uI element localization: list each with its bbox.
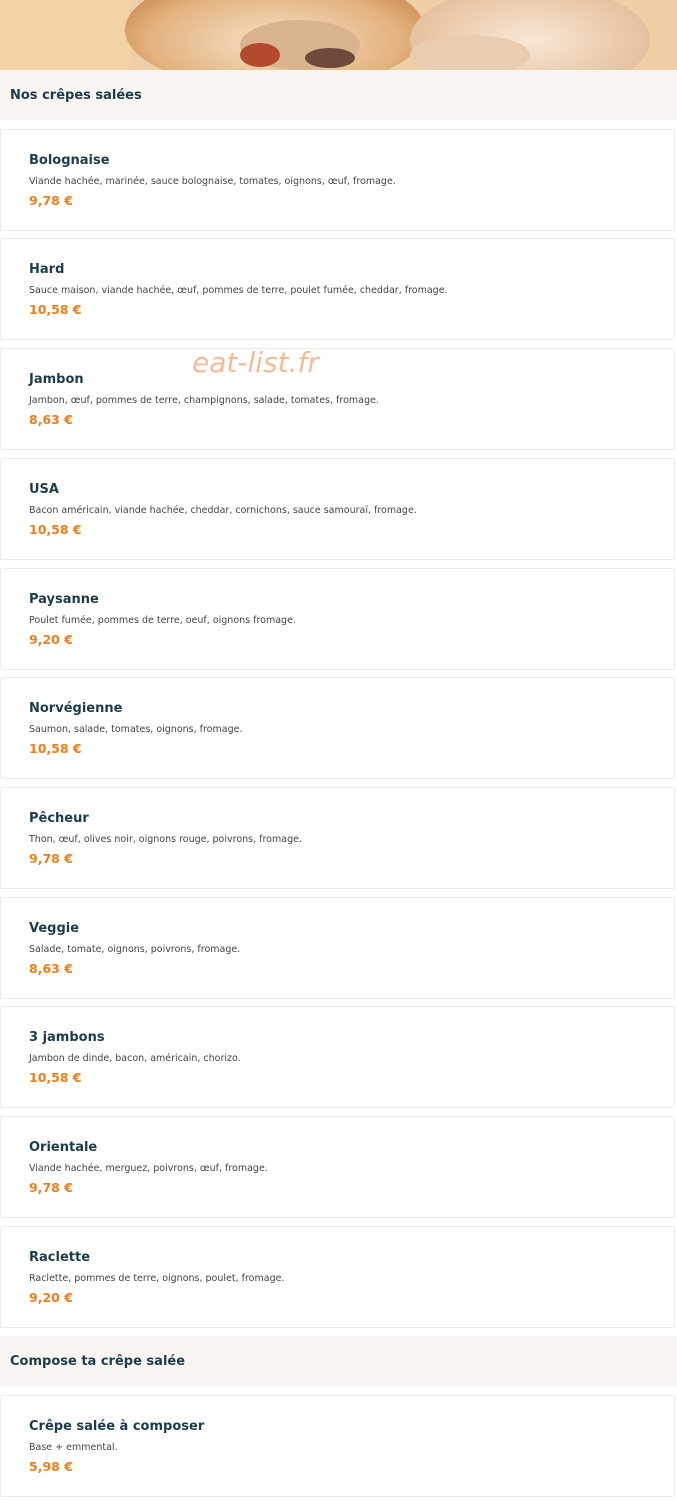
item-description: Viande hachée, marinée, sauce bolognaise… [29, 176, 396, 187]
item-name: Paysanne [29, 592, 99, 607]
menu-item-card[interactable]: Bolognaise Viande hachée, marinée, sauce… [0, 129, 675, 231]
item-price: 8,63 € [29, 961, 73, 976]
item-price: 5,98 € [29, 1459, 73, 1474]
item-name: Pêcheur [29, 811, 89, 826]
item-description: Poulet fumée, pommes de terre, oeuf, oig… [29, 615, 296, 626]
menu-item-card[interactable]: Veggie Salade, tomate, oignons, poivrons… [0, 897, 675, 999]
menu-item-card[interactable]: Hard Sauce maison, viande hachée, œuf, p… [0, 238, 675, 340]
section-header-crepes-salees: Nos crêpes salées [0, 70, 677, 120]
section-title: Compose ta crêpe salée [10, 1353, 186, 1369]
item-description: Salade, tomate, oignons, poivrons, froma… [29, 944, 241, 955]
item-price: 9,20 € [29, 1290, 73, 1305]
item-description: Thon, œuf, olives noir, oignons rouge, p… [29, 834, 302, 845]
hero-crepe-image [0, 0, 677, 70]
menu-item-card[interactable]: USA Bacon américain, viande hachée, ched… [0, 458, 675, 560]
item-price: 10,58 € [29, 522, 82, 537]
item-description: Jambon, œuf, pommes de terre, champignon… [29, 395, 379, 406]
menu-item-card[interactable]: Raclette Raclette, pommes de terre, oign… [0, 1226, 675, 1328]
item-description: Bacon américain, viande hachée, cheddar,… [29, 505, 417, 516]
item-name: Jambon [29, 372, 84, 387]
item-description: Jambon de dinde, bacon, américain, chori… [29, 1053, 241, 1064]
item-price: 10,58 € [29, 302, 82, 317]
item-name: Veggie [29, 921, 80, 936]
item-name: 3 jambons [29, 1030, 105, 1045]
item-name: Raclette [29, 1250, 91, 1265]
item-price: 9,78 € [29, 1180, 73, 1195]
item-name: Norvégienne [29, 701, 123, 716]
item-name: Crêpe salée à composer [29, 1419, 205, 1434]
item-price: 10,58 € [29, 741, 82, 756]
item-price: 8,63 € [29, 412, 73, 427]
watermark: eat-list.fr [192, 346, 319, 379]
section-header-compose: Compose ta crêpe salée [0, 1336, 677, 1386]
item-price: 10,58 € [29, 1070, 82, 1085]
section-title: Nos crêpes salées [10, 87, 142, 103]
item-price: 9,78 € [29, 193, 73, 208]
item-description: Viande hachée, merguez, poivrons, œuf, f… [29, 1163, 268, 1174]
item-description: Base + emmental. [29, 1442, 118, 1453]
menu-item-card[interactable]: Pêcheur Thon, œuf, olives noir, oignons … [0, 787, 675, 889]
menu-item-card[interactable]: 3 jambons Jambon de dinde, bacon, améric… [0, 1006, 675, 1108]
menu-item-card[interactable]: Crêpe salée à composer Base + emmental. … [0, 1395, 675, 1497]
item-price: 9,20 € [29, 632, 73, 647]
menu-item-card[interactable]: Orientale Viande hachée, merguez, poivro… [0, 1116, 675, 1218]
item-name: Orientale [29, 1140, 98, 1155]
menu-item-card[interactable]: Norvégienne Saumon, salade, tomates, oig… [0, 677, 675, 779]
item-description: Raclette, pommes de terre, oignons, poul… [29, 1273, 285, 1284]
item-name: Hard [29, 262, 65, 277]
item-price: 9,78 € [29, 851, 73, 866]
item-description: Saumon, salade, tomates, oignons, fromag… [29, 724, 243, 735]
menu-item-card[interactable]: Paysanne Poulet fumée, pommes de terre, … [0, 568, 675, 670]
item-description: Sauce maison, viande hachée, œuf, pommes… [29, 285, 448, 296]
menu-item-card[interactable]: Jambon Jambon, œuf, pommes de terre, cha… [0, 348, 675, 450]
item-name: Bolognaise [29, 153, 110, 168]
item-name: USA [29, 482, 59, 497]
